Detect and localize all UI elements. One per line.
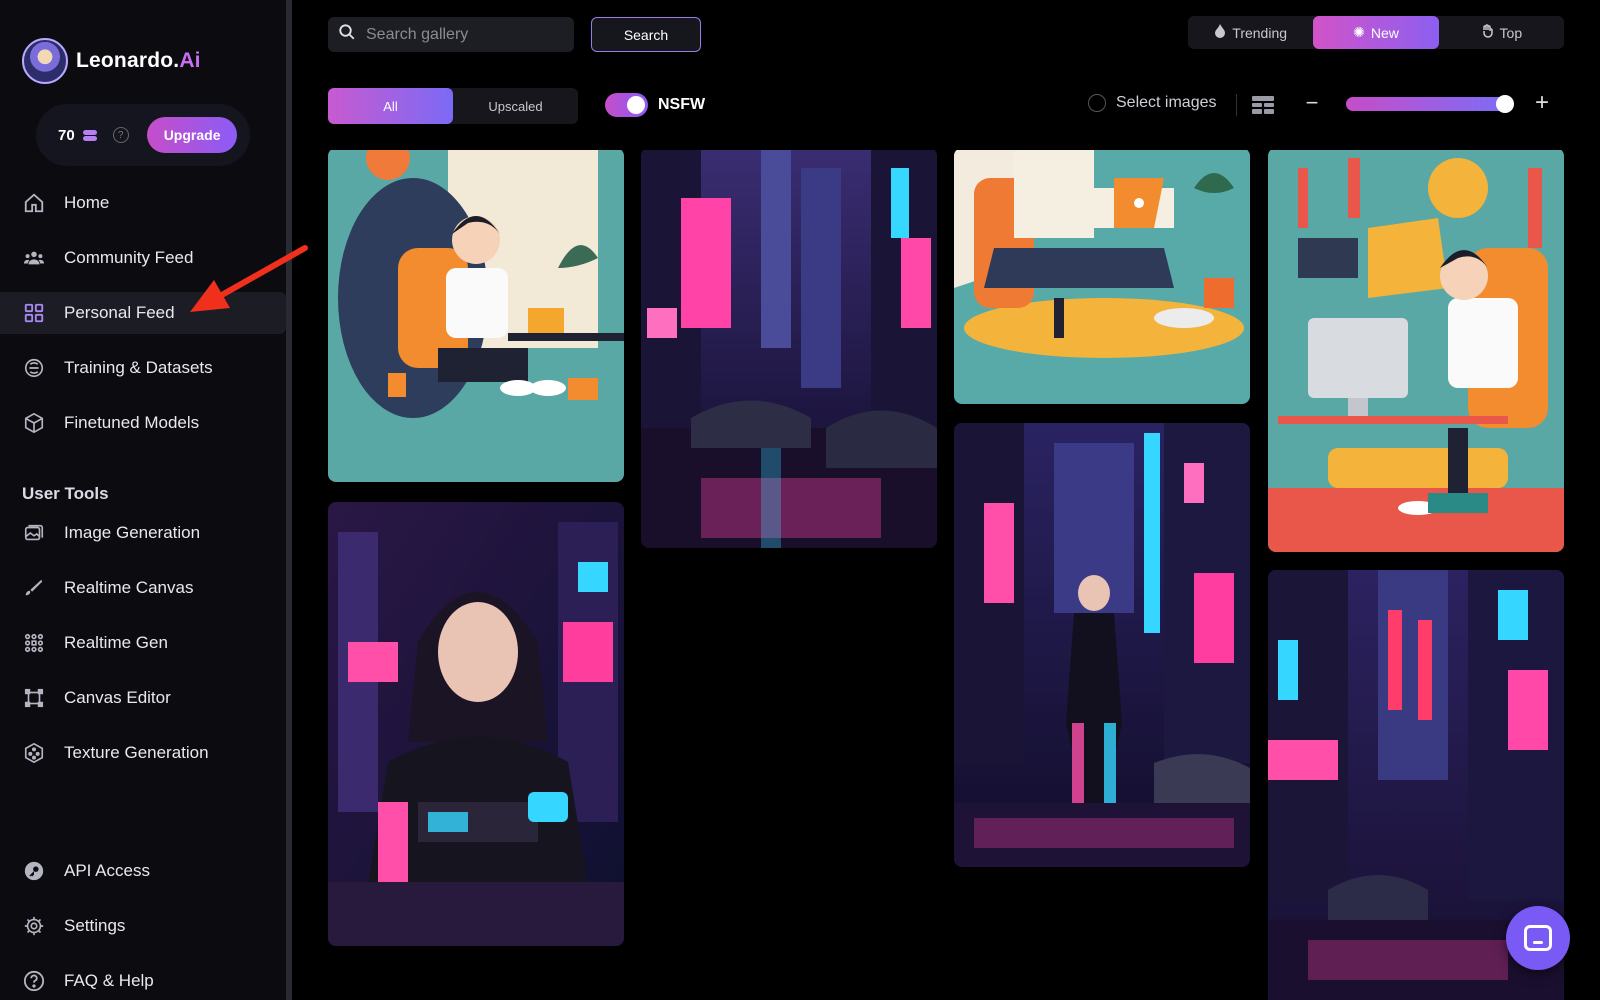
- upgrade-button[interactable]: Upgrade: [146, 117, 238, 153]
- nav-label: API Access: [64, 861, 150, 880]
- texture-icon: [22, 741, 46, 765]
- logo-avatar-icon: [22, 38, 68, 84]
- nav-label: Home: [64, 193, 110, 212]
- illustration-person-desktop-icon: [1268, 150, 1564, 552]
- illustration-neon-city-cars-icon: [641, 150, 937, 548]
- nav-label: Community Feed: [64, 248, 194, 267]
- nav-item-settings[interactable]: Settings: [0, 905, 286, 947]
- image-gen-icon: [22, 521, 46, 545]
- cube-icon: [22, 411, 46, 435]
- flame-icon: [1214, 24, 1226, 41]
- nav-label: Finetuned Models: [64, 413, 200, 432]
- home-icon: [22, 191, 46, 215]
- nav-item-api-access[interactable]: API Access: [0, 850, 286, 892]
- nav-label: Realtime Gen: [64, 633, 168, 652]
- zoom-slider[interactable]: [1346, 97, 1506, 111]
- select-images-toggle[interactable]: Select images: [1088, 94, 1217, 112]
- annotation-arrow-icon: [190, 245, 308, 312]
- search-input[interactable]: [366, 25, 556, 44]
- filter-upscaled-button[interactable]: Upscaled: [453, 88, 578, 124]
- nav-label: Texture Generation: [64, 743, 209, 762]
- sort-trending-button[interactable]: Trending: [1188, 16, 1313, 49]
- nav-label: Realtime Canvas: [64, 578, 194, 597]
- select-images-radio[interactable]: [1088, 94, 1106, 112]
- nav-item-realtime-canvas[interactable]: Realtime Canvas: [0, 567, 286, 609]
- illustration-cyberpunk-girl-icon: [328, 502, 624, 946]
- gallery-image[interactable]: [641, 150, 937, 548]
- chat-icon: [1524, 925, 1552, 951]
- credit-count: 70: [58, 126, 75, 144]
- illustration-man-laptop-chair-icon: [954, 150, 1250, 404]
- zoom-in-button[interactable]: +: [1530, 91, 1554, 116]
- realtime-canvas-icon: [22, 576, 46, 600]
- nav-label: Image Generation: [64, 523, 201, 542]
- filter-all-button[interactable]: All: [328, 88, 453, 124]
- realtime-gen-icon: [22, 631, 46, 655]
- nav-item-finetuned-models[interactable]: Finetuned Models: [0, 402, 286, 444]
- canvas-editor-icon: [22, 686, 46, 710]
- sort-tabs: Trending ✺ New Top: [1188, 16, 1564, 49]
- chat-support-button[interactable]: [1506, 906, 1570, 970]
- nav-label: Canvas Editor: [64, 688, 171, 707]
- nav-label: Training & Datasets: [64, 358, 213, 377]
- nav-item-training-datasets[interactable]: Training & Datasets: [0, 347, 286, 389]
- training-icon: [22, 356, 46, 380]
- sort-label: New: [1370, 24, 1399, 41]
- credits-help-icon[interactable]: ?: [112, 127, 129, 143]
- search-button[interactable]: Search: [591, 17, 701, 52]
- gallery-image[interactable]: [954, 423, 1250, 867]
- token-coin-icon: [82, 127, 99, 143]
- brand-logo[interactable]: Leonardo.Ai: [22, 38, 201, 84]
- select-images-label: Select images: [1116, 94, 1217, 111]
- illustration-cyberpunk-woman-street-icon: [954, 423, 1250, 867]
- gallery-image[interactable]: [954, 150, 1250, 404]
- layout-grid-icon[interactable]: [1252, 96, 1274, 114]
- sparkle-icon: ✺: [1353, 24, 1365, 40]
- toolbar-divider: [1236, 94, 1237, 116]
- filter-toggle: All Upscaled: [328, 88, 578, 124]
- gallery-image[interactable]: [328, 502, 624, 946]
- community-icon: [22, 246, 46, 270]
- sort-label: Trending: [1232, 24, 1288, 41]
- gear-icon: [22, 914, 46, 938]
- gallery-image[interactable]: [1268, 150, 1564, 552]
- nsfw-switch[interactable]: [605, 93, 648, 117]
- key-icon: [22, 859, 46, 883]
- illustration-person-laptop-icon: [328, 150, 624, 482]
- nav-item-texture-generation[interactable]: Texture Generation: [0, 732, 286, 774]
- sort-new-button[interactable]: ✺ New: [1313, 16, 1439, 49]
- gallery-image[interactable]: [328, 150, 624, 482]
- sort-label: Top: [1499, 24, 1523, 41]
- sort-top-button[interactable]: Top: [1439, 16, 1564, 49]
- nav-item-realtime-gen[interactable]: Realtime Gen: [0, 622, 286, 664]
- image-gallery: [292, 150, 1600, 1000]
- nav-item-faq-help[interactable]: FAQ & Help: [0, 960, 286, 1000]
- grid-icon: [22, 301, 46, 325]
- nav-label: FAQ & Help: [64, 971, 154, 990]
- help-icon: [22, 969, 46, 993]
- nav-item-canvas-editor[interactable]: Canvas Editor: [0, 677, 286, 719]
- brand-name: Leonardo.Ai: [76, 49, 201, 72]
- search-field[interactable]: [328, 17, 574, 52]
- user-tools-heading: User Tools: [22, 484, 109, 503]
- nav-item-home[interactable]: Home: [0, 182, 286, 224]
- zoom-out-button[interactable]: −: [1300, 92, 1324, 116]
- zoom-slider-thumb[interactable]: [1496, 95, 1514, 113]
- nsfw-label: NSFW: [658, 96, 706, 113]
- nav-label: Settings: [64, 916, 126, 935]
- nav-item-image-generation[interactable]: Image Generation: [0, 512, 286, 554]
- nav-label: Personal Feed: [64, 303, 175, 322]
- hand-icon: [1481, 24, 1494, 41]
- credits-panel: 70 ? Upgrade: [36, 104, 250, 166]
- nsfw-toggle[interactable]: NSFW: [605, 93, 705, 117]
- search-icon: [338, 23, 356, 46]
- sidebar: Leonardo.Ai 70 ? Upgrade Home Community …: [0, 0, 288, 1000]
